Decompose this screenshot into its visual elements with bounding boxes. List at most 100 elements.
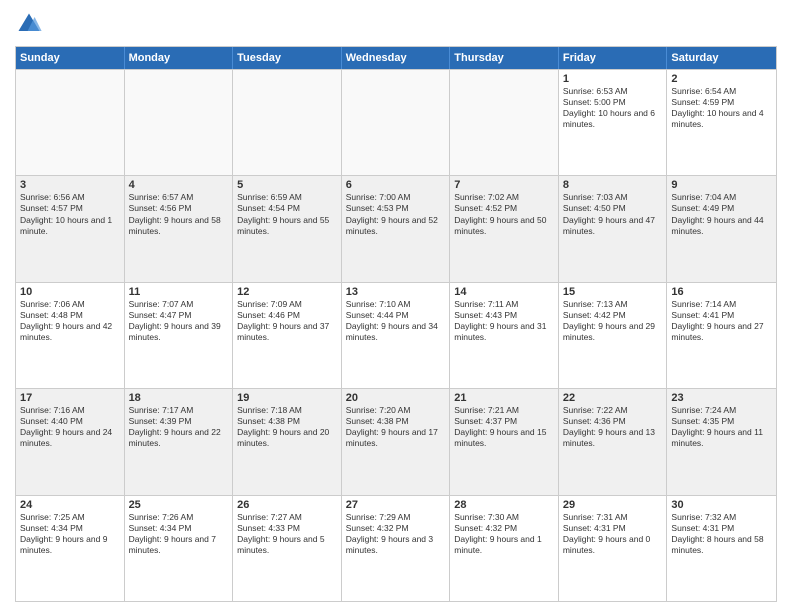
calendar-cell — [342, 70, 451, 175]
calendar-cell: 2Sunrise: 6:54 AMSunset: 4:59 PMDaylight… — [667, 70, 776, 175]
day-number: 11 — [129, 286, 229, 298]
calendar-cell: 27Sunrise: 7:29 AMSunset: 4:32 PMDayligh… — [342, 496, 451, 601]
calendar-cell: 15Sunrise: 7:13 AMSunset: 4:42 PMDayligh… — [559, 283, 668, 388]
calendar-cell: 13Sunrise: 7:10 AMSunset: 4:44 PMDayligh… — [342, 283, 451, 388]
calendar-header-saturday: Saturday — [667, 47, 776, 69]
day-number: 22 — [563, 392, 663, 404]
day-number: 26 — [237, 499, 337, 511]
calendar-cell: 24Sunrise: 7:25 AMSunset: 4:34 PMDayligh… — [16, 496, 125, 601]
day-number: 15 — [563, 286, 663, 298]
day-info: Sunrise: 7:22 AMSunset: 4:36 PMDaylight:… — [563, 405, 663, 449]
day-number: 24 — [20, 499, 120, 511]
calendar-cell — [16, 70, 125, 175]
calendar-cell: 29Sunrise: 7:31 AMSunset: 4:31 PMDayligh… — [559, 496, 668, 601]
calendar-cell: 4Sunrise: 6:57 AMSunset: 4:56 PMDaylight… — [125, 176, 234, 281]
day-number: 3 — [20, 179, 120, 191]
calendar-cell: 30Sunrise: 7:32 AMSunset: 4:31 PMDayligh… — [667, 496, 776, 601]
calendar-cell: 10Sunrise: 7:06 AMSunset: 4:48 PMDayligh… — [16, 283, 125, 388]
day-info: Sunrise: 7:11 AMSunset: 4:43 PMDaylight:… — [454, 299, 554, 343]
calendar-week-1: 3Sunrise: 6:56 AMSunset: 4:57 PMDaylight… — [16, 175, 776, 281]
logo-icon — [15, 10, 43, 38]
day-info: Sunrise: 7:26 AMSunset: 4:34 PMDaylight:… — [129, 512, 229, 556]
calendar-header-row: SundayMondayTuesdayWednesdayThursdayFrid… — [16, 47, 776, 69]
day-info: Sunrise: 7:03 AMSunset: 4:50 PMDaylight:… — [563, 192, 663, 236]
day-info: Sunrise: 7:21 AMSunset: 4:37 PMDaylight:… — [454, 405, 554, 449]
day-info: Sunrise: 7:25 AMSunset: 4:34 PMDaylight:… — [20, 512, 120, 556]
calendar-cell: 1Sunrise: 6:53 AMSunset: 5:00 PMDaylight… — [559, 70, 668, 175]
day-info: Sunrise: 7:06 AMSunset: 4:48 PMDaylight:… — [20, 299, 120, 343]
calendar-header-wednesday: Wednesday — [342, 47, 451, 69]
calendar-cell: 5Sunrise: 6:59 AMSunset: 4:54 PMDaylight… — [233, 176, 342, 281]
calendar-cell: 25Sunrise: 7:26 AMSunset: 4:34 PMDayligh… — [125, 496, 234, 601]
day-number: 23 — [671, 392, 772, 404]
day-number: 16 — [671, 286, 772, 298]
day-info: Sunrise: 7:17 AMSunset: 4:39 PMDaylight:… — [129, 405, 229, 449]
day-info: Sunrise: 6:53 AMSunset: 5:00 PMDaylight:… — [563, 86, 663, 130]
day-info: Sunrise: 7:29 AMSunset: 4:32 PMDaylight:… — [346, 512, 446, 556]
day-info: Sunrise: 7:02 AMSunset: 4:52 PMDaylight:… — [454, 192, 554, 236]
calendar-cell: 16Sunrise: 7:14 AMSunset: 4:41 PMDayligh… — [667, 283, 776, 388]
day-number: 4 — [129, 179, 229, 191]
day-number: 9 — [671, 179, 772, 191]
calendar-cell: 20Sunrise: 7:20 AMSunset: 4:38 PMDayligh… — [342, 389, 451, 494]
day-number: 7 — [454, 179, 554, 191]
day-number: 18 — [129, 392, 229, 404]
calendar-cell: 21Sunrise: 7:21 AMSunset: 4:37 PMDayligh… — [450, 389, 559, 494]
calendar-cell — [233, 70, 342, 175]
calendar-week-4: 24Sunrise: 7:25 AMSunset: 4:34 PMDayligh… — [16, 495, 776, 601]
calendar-cell: 11Sunrise: 7:07 AMSunset: 4:47 PMDayligh… — [125, 283, 234, 388]
day-number: 6 — [346, 179, 446, 191]
calendar-cell: 28Sunrise: 7:30 AMSunset: 4:32 PMDayligh… — [450, 496, 559, 601]
day-number: 8 — [563, 179, 663, 191]
day-info: Sunrise: 7:10 AMSunset: 4:44 PMDaylight:… — [346, 299, 446, 343]
calendar-cell: 8Sunrise: 7:03 AMSunset: 4:50 PMDaylight… — [559, 176, 668, 281]
calendar-cell: 22Sunrise: 7:22 AMSunset: 4:36 PMDayligh… — [559, 389, 668, 494]
day-info: Sunrise: 7:31 AMSunset: 4:31 PMDaylight:… — [563, 512, 663, 556]
day-number: 20 — [346, 392, 446, 404]
calendar: SundayMondayTuesdayWednesdayThursdayFrid… — [15, 46, 777, 602]
calendar-header-tuesday: Tuesday — [233, 47, 342, 69]
calendar-cell: 9Sunrise: 7:04 AMSunset: 4:49 PMDaylight… — [667, 176, 776, 281]
calendar-header-thursday: Thursday — [450, 47, 559, 69]
calendar-cell: 18Sunrise: 7:17 AMSunset: 4:39 PMDayligh… — [125, 389, 234, 494]
calendar-cell: 3Sunrise: 6:56 AMSunset: 4:57 PMDaylight… — [16, 176, 125, 281]
calendar-cell — [125, 70, 234, 175]
day-info: Sunrise: 7:24 AMSunset: 4:35 PMDaylight:… — [671, 405, 772, 449]
day-info: Sunrise: 7:27 AMSunset: 4:33 PMDaylight:… — [237, 512, 337, 556]
day-number: 21 — [454, 392, 554, 404]
calendar-cell: 26Sunrise: 7:27 AMSunset: 4:33 PMDayligh… — [233, 496, 342, 601]
calendar-cell: 23Sunrise: 7:24 AMSunset: 4:35 PMDayligh… — [667, 389, 776, 494]
day-number: 10 — [20, 286, 120, 298]
day-info: Sunrise: 7:00 AMSunset: 4:53 PMDaylight:… — [346, 192, 446, 236]
day-number: 1 — [563, 73, 663, 85]
day-number: 5 — [237, 179, 337, 191]
day-info: Sunrise: 7:14 AMSunset: 4:41 PMDaylight:… — [671, 299, 772, 343]
calendar-cell: 7Sunrise: 7:02 AMSunset: 4:52 PMDaylight… — [450, 176, 559, 281]
day-info: Sunrise: 7:09 AMSunset: 4:46 PMDaylight:… — [237, 299, 337, 343]
calendar-cell: 17Sunrise: 7:16 AMSunset: 4:40 PMDayligh… — [16, 389, 125, 494]
calendar-week-0: 1Sunrise: 6:53 AMSunset: 5:00 PMDaylight… — [16, 69, 776, 175]
day-number: 12 — [237, 286, 337, 298]
day-number: 27 — [346, 499, 446, 511]
day-info: Sunrise: 7:18 AMSunset: 4:38 PMDaylight:… — [237, 405, 337, 449]
day-number: 30 — [671, 499, 772, 511]
day-info: Sunrise: 7:32 AMSunset: 4:31 PMDaylight:… — [671, 512, 772, 556]
logo — [15, 10, 47, 38]
day-info: Sunrise: 6:57 AMSunset: 4:56 PMDaylight:… — [129, 192, 229, 236]
day-number: 14 — [454, 286, 554, 298]
calendar-cell: 6Sunrise: 7:00 AMSunset: 4:53 PMDaylight… — [342, 176, 451, 281]
day-number: 19 — [237, 392, 337, 404]
calendar-header-sunday: Sunday — [16, 47, 125, 69]
day-info: Sunrise: 7:30 AMSunset: 4:32 PMDaylight:… — [454, 512, 554, 556]
calendar-header-monday: Monday — [125, 47, 234, 69]
day-info: Sunrise: 6:59 AMSunset: 4:54 PMDaylight:… — [237, 192, 337, 236]
calendar-week-2: 10Sunrise: 7:06 AMSunset: 4:48 PMDayligh… — [16, 282, 776, 388]
calendar-cell: 12Sunrise: 7:09 AMSunset: 4:46 PMDayligh… — [233, 283, 342, 388]
calendar-cell: 14Sunrise: 7:11 AMSunset: 4:43 PMDayligh… — [450, 283, 559, 388]
day-number: 25 — [129, 499, 229, 511]
day-number: 29 — [563, 499, 663, 511]
calendar-header-friday: Friday — [559, 47, 668, 69]
calendar-week-3: 17Sunrise: 7:16 AMSunset: 4:40 PMDayligh… — [16, 388, 776, 494]
page: SundayMondayTuesdayWednesdayThursdayFrid… — [0, 0, 792, 612]
day-info: Sunrise: 6:54 AMSunset: 4:59 PMDaylight:… — [671, 86, 772, 130]
